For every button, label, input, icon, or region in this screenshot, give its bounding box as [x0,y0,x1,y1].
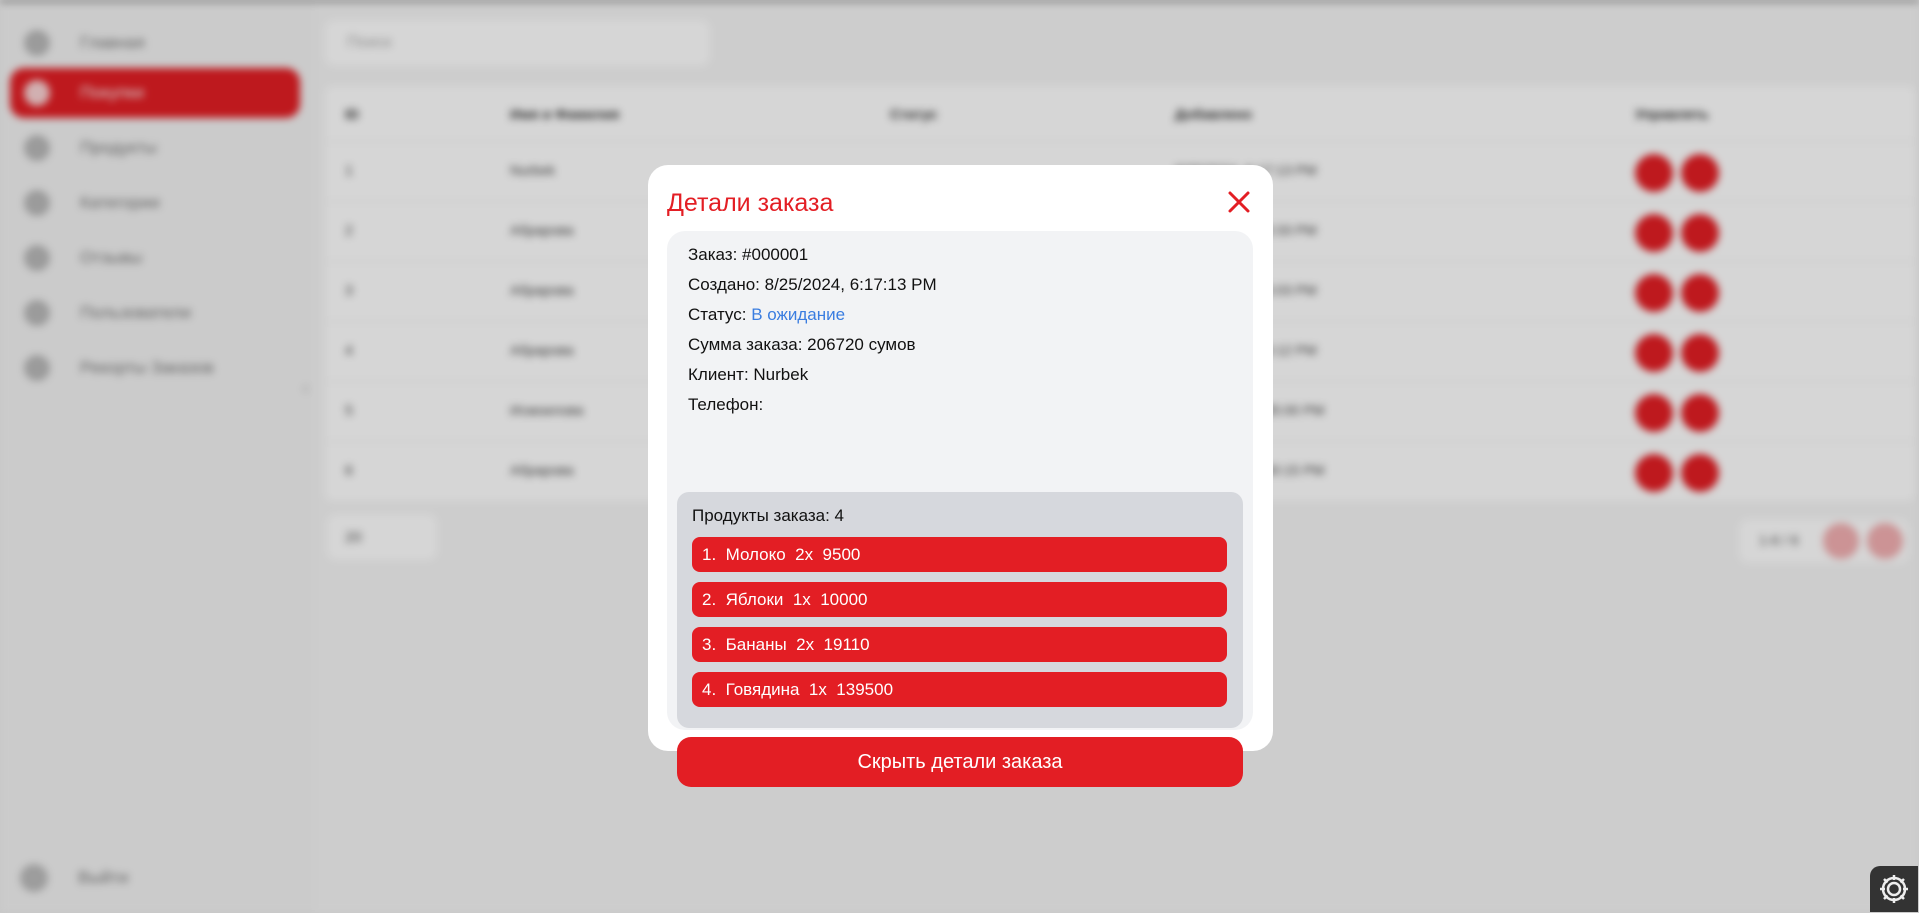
products-title: Продукты заказа: 4 [692,506,845,525]
order-created: Создано: 8/25/2024, 6:17:13 PM [688,275,937,294]
product-item: 4. Говядина 1x 139500 [692,672,1227,707]
product-item: 1. Молоко 2x 9500 [692,537,1227,572]
gear-icon [1880,875,1908,903]
order-details-modal: Детали заказа Заказ: #000001 Создано: 8/… [648,165,1273,787]
modal-title: Детали заказа [667,189,834,217]
order-client: Клиент: Nurbek [688,365,809,384]
order-products-panel: Продукты заказа: 4 1. Молоко 2x 9500 2. … [677,492,1243,728]
order-phone: Телефон: [688,395,764,414]
status-label: Статус: [688,305,752,324]
product-item: 3. Бананы 2x 19110 [692,627,1227,662]
hide-order-details-button[interactable]: Скрыть детали заказа [677,737,1243,787]
close-button[interactable] [1224,187,1254,217]
order-sum: Сумма заказа: 206720 сумов [688,335,916,354]
settings-fab-button[interactable] [1870,866,1918,912]
status-value: В ожидание [751,305,846,324]
product-item: 2. Яблоки 1x 10000 [692,582,1227,617]
order-number: Заказ: #000001 [688,245,809,264]
order-status: Статус: В ожидание [688,305,845,325]
close-icon [1228,191,1250,213]
order-info-panel: Заказ: #000001 Создано: 8/25/2024, 6:17:… [667,231,1253,787]
